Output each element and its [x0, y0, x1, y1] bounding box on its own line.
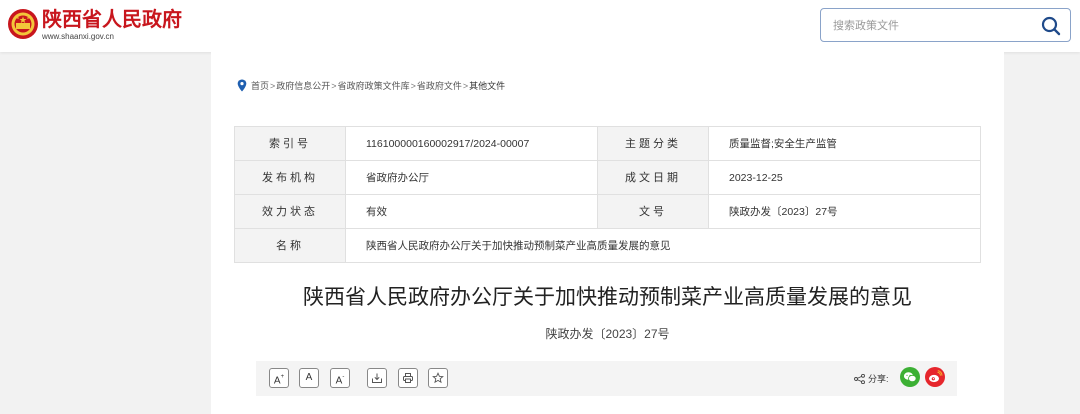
document-metadata-table: 索引号 116100000160002917/2024-00007 主题分类 质…: [234, 126, 981, 263]
table-row: 名称 陕西省人民政府办公厅关于加快推动预制菜产业高质量发展的意见: [234, 228, 981, 263]
download-button[interactable]: [367, 368, 387, 388]
font-decrease-button[interactable]: A-: [330, 368, 350, 388]
download-icon: [372, 373, 382, 383]
site-domain: www.shaanxi.gov.cn: [42, 32, 114, 41]
search-icon[interactable]: [1040, 15, 1062, 37]
print-button[interactable]: [398, 368, 418, 388]
breadcrumb-gov-info[interactable]: 政府信息公开: [276, 80, 330, 92]
national-emblem-logo[interactable]: [7, 8, 39, 40]
article-toolbar: A+ A A- 分享:: [256, 361, 957, 396]
document-number: 陕政办发〔2023〕27号: [545, 327, 670, 341]
name-value: 陕西省人民政府办公厅关于加快推动预制菜产业高质量发展的意见: [345, 228, 981, 263]
search-input[interactable]: 搜索政策文件: [820, 8, 1071, 42]
category-value: 质量监督;安全生产监管: [708, 126, 981, 161]
index-value: 116100000160002917/2024-00007: [345, 126, 598, 161]
weibo-icon: [929, 370, 943, 383]
font-increase-label: A: [273, 375, 281, 387]
site-header: 陕西省人民政府 www.shaanxi.gov.cn 搜索政策文件: [0, 0, 1080, 52]
font-decrease-sup: -: [342, 374, 345, 380]
date-value: 2023-12-25: [708, 160, 981, 195]
document-title: 陕西省人民政府办公厅关于加快推动预制菜产业高质量发展的意见: [303, 286, 912, 309]
breadcrumb-separator: >: [331, 80, 337, 91]
table-row: 发布机构 省政府办公厅 成文日期 2023-12-25: [234, 160, 981, 195]
breadcrumb-separator: >: [410, 80, 416, 91]
name-label: 名称: [234, 228, 346, 263]
breadcrumb-separator: >: [270, 80, 276, 91]
location-pin-icon: [237, 79, 247, 92]
docno-label: 文号: [597, 194, 709, 229]
breadcrumb: 首页 > 政府信息公开 > 省政府政策文件库 > 省政府文件 > 其他文件: [237, 79, 505, 92]
issuer-value: 省政府办公厅: [345, 160, 598, 195]
date-label: 成文日期: [597, 160, 709, 195]
table-row: 效力状态 有效 文号 陕政办发〔2023〕27号: [234, 194, 981, 229]
share-icon: [854, 374, 865, 384]
status-label: 效力状态: [234, 194, 346, 229]
share-label: 分享:: [868, 374, 889, 384]
breadcrumb-separator: >: [462, 80, 469, 91]
table-row: 索引号 116100000160002917/2024-00007 主题分类 质…: [234, 126, 981, 161]
breadcrumb-home[interactable]: 首页: [251, 80, 269, 92]
breadcrumb-provincial-docs[interactable]: 省政府文件: [417, 80, 462, 92]
wechat-share-button[interactable]: [900, 367, 920, 387]
site-name[interactable]: 陕西省人民政府: [42, 8, 182, 32]
category-label: 主题分类: [597, 126, 709, 161]
font-normal-label: A: [305, 372, 313, 383]
font-normal-button[interactable]: A: [299, 368, 319, 388]
docno-value: 陕政办发〔2023〕27号: [708, 194, 981, 229]
breadcrumb-current: 其他文件: [469, 80, 506, 91]
article-container: 首页 > 政府信息公开 > 省政府政策文件库 > 省政府文件 > 其他文件 索引号 116100…: [211, 52, 1004, 414]
search-placeholder: 搜索政策文件: [833, 20, 899, 32]
print-icon: [403, 373, 413, 383]
font-increase-sup: +: [280, 374, 285, 380]
status-value: 有效: [345, 194, 598, 229]
font-increase-button[interactable]: A+: [269, 368, 289, 388]
weibo-share-button[interactable]: [925, 367, 945, 387]
issuer-label: 发布机构: [234, 160, 346, 195]
breadcrumb-policy-library[interactable]: 省政府政策文件库: [338, 80, 410, 92]
wechat-icon: [903, 372, 917, 383]
star-icon: [432, 372, 444, 384]
index-label: 索引号: [234, 126, 346, 161]
favorite-button[interactable]: [428, 368, 448, 388]
